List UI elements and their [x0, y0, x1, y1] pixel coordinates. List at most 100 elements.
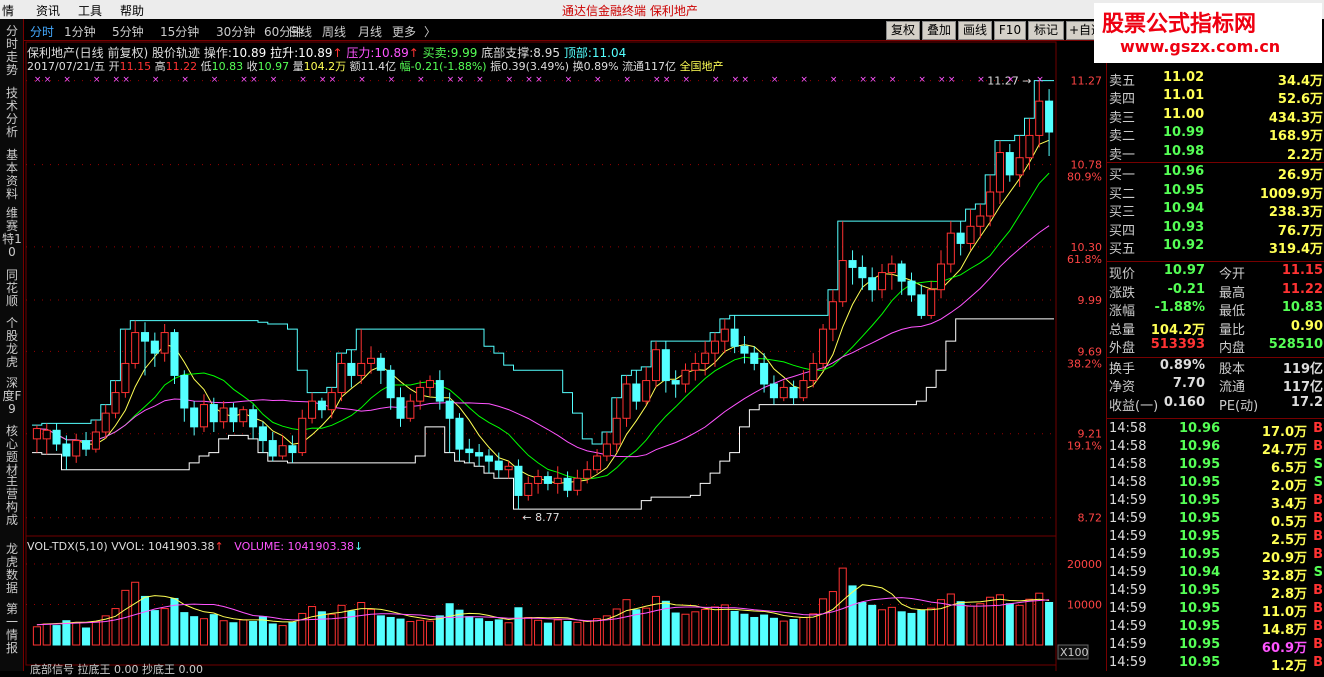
period-1min[interactable]: 1分钟 [64, 23, 96, 40]
volume-bar [573, 621, 582, 646]
price-tick-label: 8.72 [1078, 512, 1103, 525]
volume-bar [809, 613, 818, 646]
menu-item-tools[interactable]: 工具 [78, 2, 102, 19]
stat-value: 0.90 [1290, 318, 1323, 334]
period-more[interactable]: 更多 [392, 23, 416, 40]
period-5min[interactable]: 5分钟 [112, 23, 144, 40]
candle-body [455, 417, 464, 450]
volume-bar [760, 614, 769, 646]
signal-mark: × [535, 75, 543, 85]
mark-button[interactable]: 标记 [1028, 21, 1064, 40]
side-tab-weisaite[interactable]: 维赛特10 [2, 207, 22, 259]
tick-row: 14:58 10.96 24.7万 B [1107, 439, 1324, 458]
candle-body [406, 400, 415, 419]
signal-mark: × [63, 75, 71, 85]
candle-body [475, 452, 484, 457]
tick-row: 14:58 10.95 6.5万 S [1107, 457, 1324, 476]
stat-value: 104.2万 [1150, 322, 1205, 338]
candle-body [887, 263, 896, 274]
overlay-button[interactable]: 叠加 [922, 21, 956, 40]
tick-time: 14:58 [1109, 457, 1147, 472]
signal-mark: × [270, 75, 278, 85]
period-daily[interactable]: 日线 [288, 23, 312, 40]
candle-body [72, 440, 81, 457]
tick-time: 14:59 [1109, 583, 1147, 598]
stat-label: 外盘 [1109, 341, 1136, 356]
candle-body [347, 362, 356, 376]
signal-mark: × [456, 75, 464, 85]
order-price: 10.95 [1163, 182, 1205, 198]
period-15min[interactable]: 15分钟 [160, 23, 199, 40]
site-logo: 股票公式指标网 www.gszx.com.cn [1094, 3, 1322, 63]
order-volume: 34.4万 [1277, 73, 1323, 89]
menu-item-qing[interactable]: 情 [2, 2, 14, 19]
tick-volume: 24.7万 [1261, 443, 1307, 458]
side-tab-timeshare[interactable]: 分时走势 [2, 25, 22, 77]
candle-body [799, 380, 808, 399]
candle-body [907, 280, 916, 296]
period-timeshare[interactable]: 分时 [30, 23, 54, 40]
stat-value: 117亿 [1282, 380, 1323, 395]
volume-bar [779, 620, 788, 646]
order-book-row: 买五 10.92 319.4万 [1107, 238, 1324, 257]
volume-bar [897, 611, 906, 646]
side-tab-core-topic[interactable]: 核心题材 [2, 425, 22, 477]
side-tab-basic-info[interactable]: 基本资料 [2, 149, 22, 201]
lower-channel-line [32, 318, 1054, 510]
restore-rights-button[interactable]: 复权 [886, 21, 920, 40]
candle-body [642, 380, 651, 402]
app-title: 通达信金融终端 保利地产 [562, 4, 698, 18]
signal-mark: × [594, 75, 602, 85]
candle-body [425, 380, 435, 388]
candle-body [858, 266, 867, 279]
order-book-row: 买三 10.94 238.3万 [1107, 201, 1324, 220]
period-weekly[interactable]: 周线 [322, 23, 346, 40]
volume-bar [877, 609, 887, 646]
tick-price: 10.96 [1179, 421, 1221, 436]
low-price-label: ← 8.77 [522, 511, 559, 524]
menu-item-news[interactable]: 资讯 [36, 2, 60, 19]
signal-mark: × [250, 75, 258, 85]
side-tab-dragon-data[interactable]: 龙虎数据 [2, 543, 22, 595]
volume-bar [278, 625, 287, 646]
candle-body [681, 369, 690, 385]
order-price: 10.92 [1163, 238, 1205, 253]
period-30min[interactable]: 30分钟 [216, 23, 255, 40]
volume-bar [1045, 602, 1054, 646]
f10-button[interactable]: F10 [994, 21, 1026, 40]
tick-row: 14:58 10.95 2.0万 S [1107, 475, 1324, 494]
stat-label: 流通 [1219, 380, 1246, 395]
order-level-label: 卖五 [1109, 73, 1136, 89]
menu-item-help[interactable]: 帮助 [120, 2, 144, 19]
side-tab-technical[interactable]: 技术分析 [2, 87, 22, 139]
tick-time: 14:59 [1109, 619, 1147, 634]
stat-value: -0.21 [1167, 281, 1205, 297]
draw-line-button[interactable]: 画线 [958, 21, 992, 40]
side-tab-business[interactable]: 主营构成 [2, 475, 22, 527]
tick-time: 14:59 [1109, 547, 1147, 562]
percent-tick-label: 80.9% [1067, 171, 1102, 184]
volume-bar [72, 622, 81, 646]
candle-body [1035, 100, 1044, 136]
chevron-right-icon[interactable]: 〉 [424, 23, 436, 40]
candle-body [180, 374, 189, 409]
side-tab-depth-f9[interactable]: 深度F9 [2, 377, 22, 416]
candle-body [268, 440, 277, 457]
tick-row: 14:59 10.94 32.8万 S [1107, 565, 1324, 584]
signal-mark: × [859, 75, 867, 85]
candle-body [946, 232, 955, 265]
tick-price: 10.95 [1179, 511, 1221, 526]
order-volume: 238.3万 [1268, 205, 1323, 220]
side-tab-dragon-tiger[interactable]: 个股龙虎 [2, 317, 22, 369]
tick-volume: 20.9万 [1261, 551, 1307, 566]
tick-price: 10.95 [1179, 655, 1221, 670]
candle-body [150, 340, 159, 354]
period-monthly[interactable]: 月线 [358, 23, 382, 40]
candle-body [121, 362, 130, 394]
side-tab-tonghuashun[interactable]: 同花顺 [2, 269, 22, 308]
order-level-label: 卖二 [1109, 129, 1136, 144]
volume-bar [425, 620, 435, 646]
volume-bar [396, 618, 405, 646]
side-tab-first-intel[interactable]: 第一情报 [2, 603, 22, 655]
close-value: 10.97 [257, 60, 290, 73]
